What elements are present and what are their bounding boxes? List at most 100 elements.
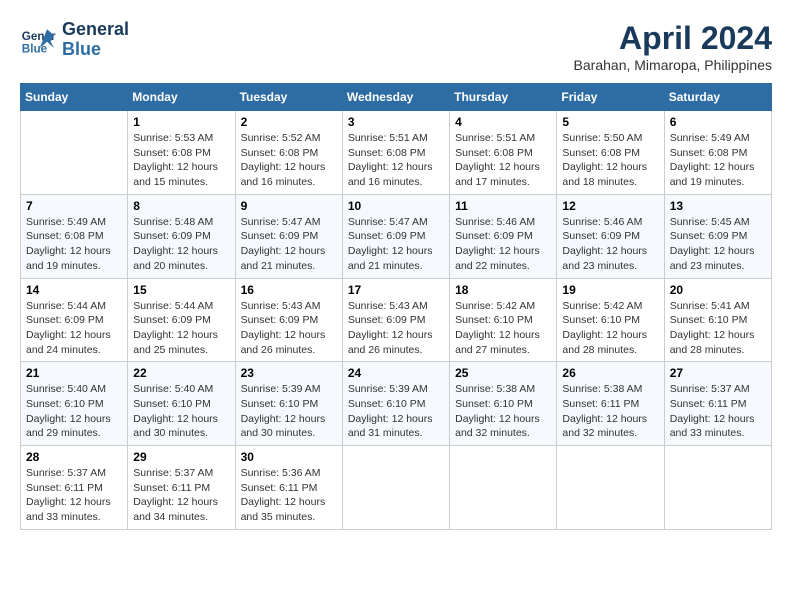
calendar-cell xyxy=(664,446,771,530)
day-info: Sunrise: 5:52 AMSunset: 6:08 PMDaylight:… xyxy=(241,131,337,190)
calendar-cell xyxy=(21,111,128,195)
day-number: 5 xyxy=(562,115,658,129)
calendar-cell: 12 Sunrise: 5:46 AMSunset: 6:09 PMDayligh… xyxy=(557,194,664,278)
logo: General Blue General Blue xyxy=(20,20,129,60)
day-number: 19 xyxy=(562,283,658,297)
calendar-cell: 13 Sunrise: 5:45 AMSunset: 6:09 PMDayligh… xyxy=(664,194,771,278)
calendar-cell: 26Sunrise: 5:38 AMSunset: 6:11 PMDayligh… xyxy=(557,362,664,446)
day-number: 20 xyxy=(670,283,766,297)
calendar-cell: 29 Sunrise: 5:37 AMSunset: 6:11 PMDayligh… xyxy=(128,446,235,530)
calendar-week-row: 14 Sunrise: 5:44 AMSunset: 6:09 PMDayligh… xyxy=(21,278,772,362)
column-header-tuesday: Tuesday xyxy=(235,84,342,111)
calendar-week-row: 28 Sunrise: 5:37 AMSunset: 6:11 PMDayligh… xyxy=(21,446,772,530)
day-info: Sunrise: 5:49 AMSunset: 6:08 PMDaylight:… xyxy=(26,215,122,274)
calendar-cell: 9 Sunrise: 5:47 AMSunset: 6:09 PMDaylight… xyxy=(235,194,342,278)
day-info: Sunrise: 5:39 AMSunset: 6:10 PMDaylight:… xyxy=(348,382,444,441)
day-number: 25 xyxy=(455,366,551,380)
day-info: Sunrise: 5:43 AMSunset: 6:09 PMDaylight:… xyxy=(241,299,337,358)
day-info: Sunrise: 5:40 AMSunset: 6:10 PMDaylight:… xyxy=(133,382,229,441)
day-number: 14 xyxy=(26,283,122,297)
calendar-cell: 28 Sunrise: 5:37 AMSunset: 6:11 PMDayligh… xyxy=(21,446,128,530)
day-number: 21 xyxy=(26,366,122,380)
day-number: 13 xyxy=(670,199,766,213)
title-block: April 2024 Barahan, Mimaropa, Philippine… xyxy=(574,20,772,73)
calendar-cell: 19 Sunrise: 5:42 AMSunset: 6:10 PMDayligh… xyxy=(557,278,664,362)
calendar-cell: 25 Sunrise: 5:38 AMSunset: 6:10 PMDayligh… xyxy=(450,362,557,446)
calendar-cell: 2 Sunrise: 5:52 AMSunset: 6:08 PMDaylight… xyxy=(235,111,342,195)
calendar-cell: 6Sunrise: 5:49 AMSunset: 6:08 PMDaylight… xyxy=(664,111,771,195)
day-number: 11 xyxy=(455,199,551,213)
day-number: 29 xyxy=(133,450,229,464)
day-number: 18 xyxy=(455,283,551,297)
day-info: Sunrise: 5:46 AMSunset: 6:09 PMDaylight:… xyxy=(562,215,658,274)
calendar-cell xyxy=(342,446,449,530)
calendar-cell: 22 Sunrise: 5:40 AMSunset: 6:10 PMDayligh… xyxy=(128,362,235,446)
calendar-cell: 23 Sunrise: 5:39 AMSunset: 6:10 PMDayligh… xyxy=(235,362,342,446)
calendar-cell: 17Sunrise: 5:43 AMSunset: 6:09 PMDayligh… xyxy=(342,278,449,362)
day-number: 1 xyxy=(133,115,229,129)
column-header-thursday: Thursday xyxy=(450,84,557,111)
calendar-cell: 4Sunrise: 5:51 AMSunset: 6:08 PMDaylight… xyxy=(450,111,557,195)
calendar-cell: 18 Sunrise: 5:42 AMSunset: 6:10 PMDayligh… xyxy=(450,278,557,362)
calendar-cell: 21 Sunrise: 5:40 AMSunset: 6:10 PMDayligh… xyxy=(21,362,128,446)
day-number: 28 xyxy=(26,450,122,464)
day-number: 9 xyxy=(241,199,337,213)
calendar-week-row: 21 Sunrise: 5:40 AMSunset: 6:10 PMDayligh… xyxy=(21,362,772,446)
day-info: Sunrise: 5:44 AMSunset: 6:09 PMDaylight:… xyxy=(133,299,229,358)
calendar-header-row: SundayMondayTuesdayWednesdayThursdayFrid… xyxy=(21,84,772,111)
calendar-cell: 27 Sunrise: 5:37 AMSunset: 6:11 PMDayligh… xyxy=(664,362,771,446)
day-info: Sunrise: 5:43 AMSunset: 6:09 PMDaylight:… xyxy=(348,299,444,358)
page-header: General Blue General Blue April 2024 Bar… xyxy=(20,20,772,73)
column-header-monday: Monday xyxy=(128,84,235,111)
day-number: 27 xyxy=(670,366,766,380)
calendar-cell: 15 Sunrise: 5:44 AMSunset: 6:09 PMDayligh… xyxy=(128,278,235,362)
logo-text: General Blue xyxy=(62,20,129,60)
day-info: Sunrise: 5:53 AMSunset: 6:08 PMDaylight:… xyxy=(133,131,229,190)
day-info: Sunrise: 5:50 AMSunset: 6:08 PMDaylight:… xyxy=(562,131,658,190)
day-number: 3 xyxy=(348,115,444,129)
day-info: Sunrise: 5:37 AMSunset: 6:11 PMDaylight:… xyxy=(26,466,122,525)
calendar-week-row: 1 Sunrise: 5:53 AMSunset: 6:08 PMDaylight… xyxy=(21,111,772,195)
calendar-cell: 20 Sunrise: 5:41 AMSunset: 6:10 PMDayligh… xyxy=(664,278,771,362)
calendar-cell: 7 Sunrise: 5:49 AMSunset: 6:08 PMDaylight… xyxy=(21,194,128,278)
day-number: 10 xyxy=(348,199,444,213)
day-number: 23 xyxy=(241,366,337,380)
day-info: Sunrise: 5:44 AMSunset: 6:09 PMDaylight:… xyxy=(26,299,122,358)
day-number: 16 xyxy=(241,283,337,297)
day-info: Sunrise: 5:45 AMSunset: 6:09 PMDaylight:… xyxy=(670,215,766,274)
month-title: April 2024 xyxy=(574,20,772,57)
day-info: Sunrise: 5:42 AMSunset: 6:10 PMDaylight:… xyxy=(455,299,551,358)
day-number: 12 xyxy=(562,199,658,213)
calendar-cell: 3Sunrise: 5:51 AMSunset: 6:08 PMDaylight… xyxy=(342,111,449,195)
calendar-cell: 8Sunrise: 5:48 AMSunset: 6:09 PMDaylight… xyxy=(128,194,235,278)
day-info: Sunrise: 5:47 AMSunset: 6:09 PMDaylight:… xyxy=(241,215,337,274)
calendar-cell: 10 Sunrise: 5:47 AMSunset: 6:09 PMDayligh… xyxy=(342,194,449,278)
day-info: Sunrise: 5:36 AMSunset: 6:11 PMDaylight:… xyxy=(241,466,337,525)
day-info: Sunrise: 5:46 AMSunset: 6:09 PMDaylight:… xyxy=(455,215,551,274)
day-number: 6 xyxy=(670,115,766,129)
day-info: Sunrise: 5:51 AMSunset: 6:08 PMDaylight:… xyxy=(455,131,551,190)
day-info: Sunrise: 5:40 AMSunset: 6:10 PMDaylight:… xyxy=(26,382,122,441)
day-info: Sunrise: 5:48 AMSunset: 6:09 PMDaylight:… xyxy=(133,215,229,274)
day-info: Sunrise: 5:41 AMSunset: 6:10 PMDaylight:… xyxy=(670,299,766,358)
day-info: Sunrise: 5:37 AMSunset: 6:11 PMDaylight:… xyxy=(133,466,229,525)
day-number: 22 xyxy=(133,366,229,380)
column-header-wednesday: Wednesday xyxy=(342,84,449,111)
calendar-cell: 30 Sunrise: 5:36 AMSunset: 6:11 PMDayligh… xyxy=(235,446,342,530)
day-info: Sunrise: 5:37 AMSunset: 6:11 PMDaylight:… xyxy=(670,382,766,441)
calendar-cell xyxy=(557,446,664,530)
day-info: Sunrise: 5:42 AMSunset: 6:10 PMDaylight:… xyxy=(562,299,658,358)
day-number: 30 xyxy=(241,450,337,464)
day-number: 7 xyxy=(26,199,122,213)
column-header-sunday: Sunday xyxy=(21,84,128,111)
day-number: 2 xyxy=(241,115,337,129)
day-info: Sunrise: 5:39 AMSunset: 6:10 PMDaylight:… xyxy=(241,382,337,441)
calendar-cell: 5 Sunrise: 5:50 AMSunset: 6:08 PMDaylight… xyxy=(557,111,664,195)
column-header-friday: Friday xyxy=(557,84,664,111)
day-info: Sunrise: 5:38 AMSunset: 6:10 PMDaylight:… xyxy=(455,382,551,441)
day-info: Sunrise: 5:47 AMSunset: 6:09 PMDaylight:… xyxy=(348,215,444,274)
day-number: 15 xyxy=(133,283,229,297)
calendar-cell xyxy=(450,446,557,530)
calendar-week-row: 7 Sunrise: 5:49 AMSunset: 6:08 PMDaylight… xyxy=(21,194,772,278)
calendar-cell: 24Sunrise: 5:39 AMSunset: 6:10 PMDayligh… xyxy=(342,362,449,446)
